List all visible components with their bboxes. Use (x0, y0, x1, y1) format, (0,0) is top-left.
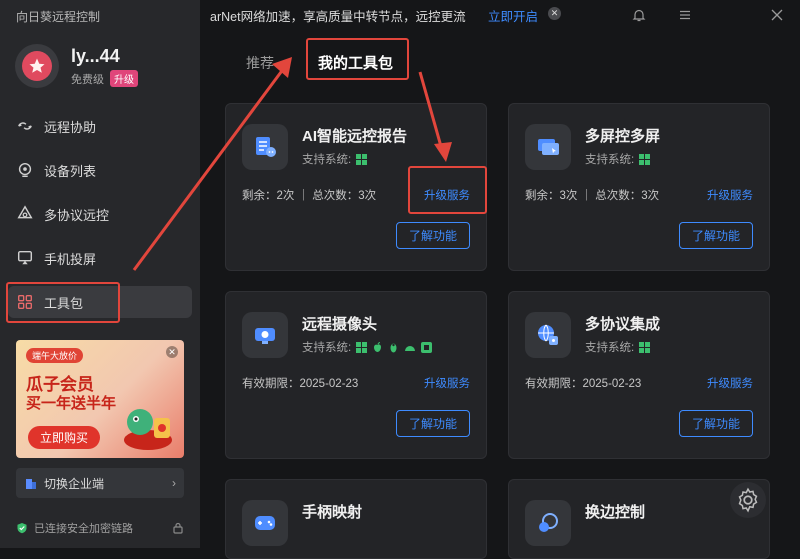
windows-icon (356, 153, 368, 165)
windows-icon (639, 341, 651, 353)
remote-assist-icon (18, 122, 32, 130)
card-title: 多协议集成 (585, 316, 661, 333)
supported-systems: 支持系统: (585, 339, 651, 355)
enable-now-link[interactable]: 立即开启 (488, 6, 538, 25)
annotation-highlight-toolkit (6, 282, 120, 323)
shield-check-icon (17, 523, 27, 534)
secure-status-label: 已连接安全加密链路 (34, 523, 133, 535)
camera-icon (242, 312, 288, 358)
promo-banner[interactable]: 端午大放价 ✕ 瓜子会员 买一年送半年 立即购买 (16, 340, 184, 458)
secure-status: 已连接安全加密链路 (16, 520, 184, 536)
star-icon (29, 58, 45, 73)
top-bar: arNet网络加速，享高质量中转节点，远控更流 立即开启 ✕ (200, 0, 800, 30)
supported-systems: 支持系统: (585, 151, 651, 167)
tool-card-remote-camera[interactable]: 远程摄像头 支持系统: 有效期限：2025-02-23 升级服务 了解功能 (225, 291, 487, 459)
upgrade-service-link[interactable]: 升级服务 (707, 187, 753, 203)
ai-report-icon (242, 124, 288, 170)
phone-cast-icon (17, 250, 33, 265)
tab-recommended[interactable]: 推荐 (246, 53, 274, 73)
username: ly...44 (71, 46, 120, 66)
switch-side-icon (525, 500, 571, 546)
annotation-highlight-tab (306, 38, 409, 80)
annotation-highlight-upgrade (408, 166, 487, 214)
sidebar-item-label: 设备列表 (44, 163, 97, 179)
multi-protocol-icon (17, 205, 33, 219)
switch-enterprise-label: 切换企业端 (44, 476, 105, 491)
learn-feature-button[interactable]: 了解功能 (679, 410, 753, 437)
user-tier: 免费级 升级 (71, 70, 138, 87)
close-window-icon[interactable] (768, 6, 786, 24)
card-quota: 剩余：3次 ｜ 总次数：3次 (525, 190, 660, 202)
promo-tag: 端午大放价 (26, 348, 84, 363)
card-quota: 有效期限：2025-02-23 (525, 378, 642, 390)
windows-icon (356, 341, 368, 353)
upgrade-service-link[interactable]: 升级服务 (707, 375, 753, 391)
multi-screen-icon (525, 124, 571, 170)
lock-icon[interactable] (172, 522, 184, 534)
tool-card-switch-side[interactable]: 换边控制 (508, 479, 770, 559)
buy-now-button[interactable]: 立即购买 (28, 426, 101, 449)
apple-icon (374, 341, 382, 352)
card-title: 手柄映射 (302, 504, 363, 521)
bell-icon[interactable] (630, 6, 648, 24)
switch-enterprise-button[interactable]: 切换企业端 › (16, 468, 184, 498)
linux-icon (390, 343, 397, 352)
tier-label: 免费级 (71, 73, 104, 86)
promo-subline: 买一年送半年 (26, 395, 117, 412)
tool-card-protocol-integration[interactable]: 多协议集成 支持系统: 有效期限：2025-02-23 升级服务 了解功能 (508, 291, 770, 459)
chevron-right-icon: › (172, 476, 176, 490)
settings-gear-icon[interactable] (730, 482, 766, 518)
card-title: AI智能远控报告 (302, 128, 408, 145)
tool-card-multi-screen[interactable]: 多屏控多屏 支持系统: 剩余：3次 ｜ 总次数：3次 升级服务 了解功能 (508, 103, 770, 271)
sidebar-item-label: 远程协助 (44, 119, 97, 135)
learn-feature-button[interactable]: 了解功能 (679, 222, 753, 249)
sidebar-item-label: 手机投屏 (44, 251, 97, 267)
card-quota: 剩余：2次 ｜ 总次数：3次 (242, 190, 377, 202)
card-quota: 有效期限：2025-02-23 (242, 378, 359, 390)
supported-systems: 支持系统: (302, 151, 368, 167)
other-os-icon (421, 341, 433, 353)
close-icon[interactable]: ✕ (548, 7, 561, 20)
gamepad-icon (242, 500, 288, 546)
supported-systems: 支持系统: (302, 339, 433, 355)
sidebar-item-phone-cast[interactable]: 手机投屏 (8, 242, 192, 274)
close-icon[interactable]: ✕ (166, 346, 178, 358)
windows-icon (639, 153, 651, 165)
supported-systems-label: 支持系统: (585, 154, 635, 166)
banner-text: arNet网络加速，享高质量中转节点，远控更流 (210, 10, 466, 24)
avatar[interactable] (15, 44, 59, 88)
card-title: 换边控制 (585, 504, 646, 521)
card-title: 远程摄像头 (302, 316, 378, 333)
menu-icon[interactable] (676, 6, 694, 24)
sidebar: 向日葵远程控制 ly...44 免费级 升级 远程协助 设备列表 多协议远控 手… (0, 0, 200, 548)
upgrade-badge[interactable]: 升级 (110, 70, 138, 87)
annotation-arrowhead (272, 57, 292, 78)
sidebar-item-multi-protocol[interactable]: 多协议远控 (8, 198, 192, 230)
building-icon (26, 479, 36, 489)
tool-card-gamepad-mapping[interactable]: 手柄映射 (225, 479, 487, 559)
supported-systems-label: 支持系统: (302, 342, 352, 354)
sidebar-item-device-list[interactable]: 设备列表 (8, 154, 192, 186)
sidebar-item-label: 多协议远控 (44, 207, 110, 223)
upgrade-service-link[interactable]: 升级服务 (424, 375, 470, 391)
app-title: 向日葵远程控制 (16, 10, 101, 24)
dragon-mascot-icon (124, 409, 172, 450)
learn-feature-button[interactable]: 了解功能 (396, 222, 470, 249)
device-list-icon (18, 162, 32, 178)
android-icon (405, 345, 416, 351)
card-title: 多屏控多屏 (585, 128, 661, 145)
supported-systems-label: 支持系统: (585, 342, 635, 354)
supported-systems-label: 支持系统: (302, 154, 352, 166)
sidebar-item-remote-assist[interactable]: 远程协助 (8, 110, 192, 142)
learn-feature-button[interactable]: 了解功能 (396, 410, 470, 437)
protocol-integration-icon (525, 312, 571, 358)
